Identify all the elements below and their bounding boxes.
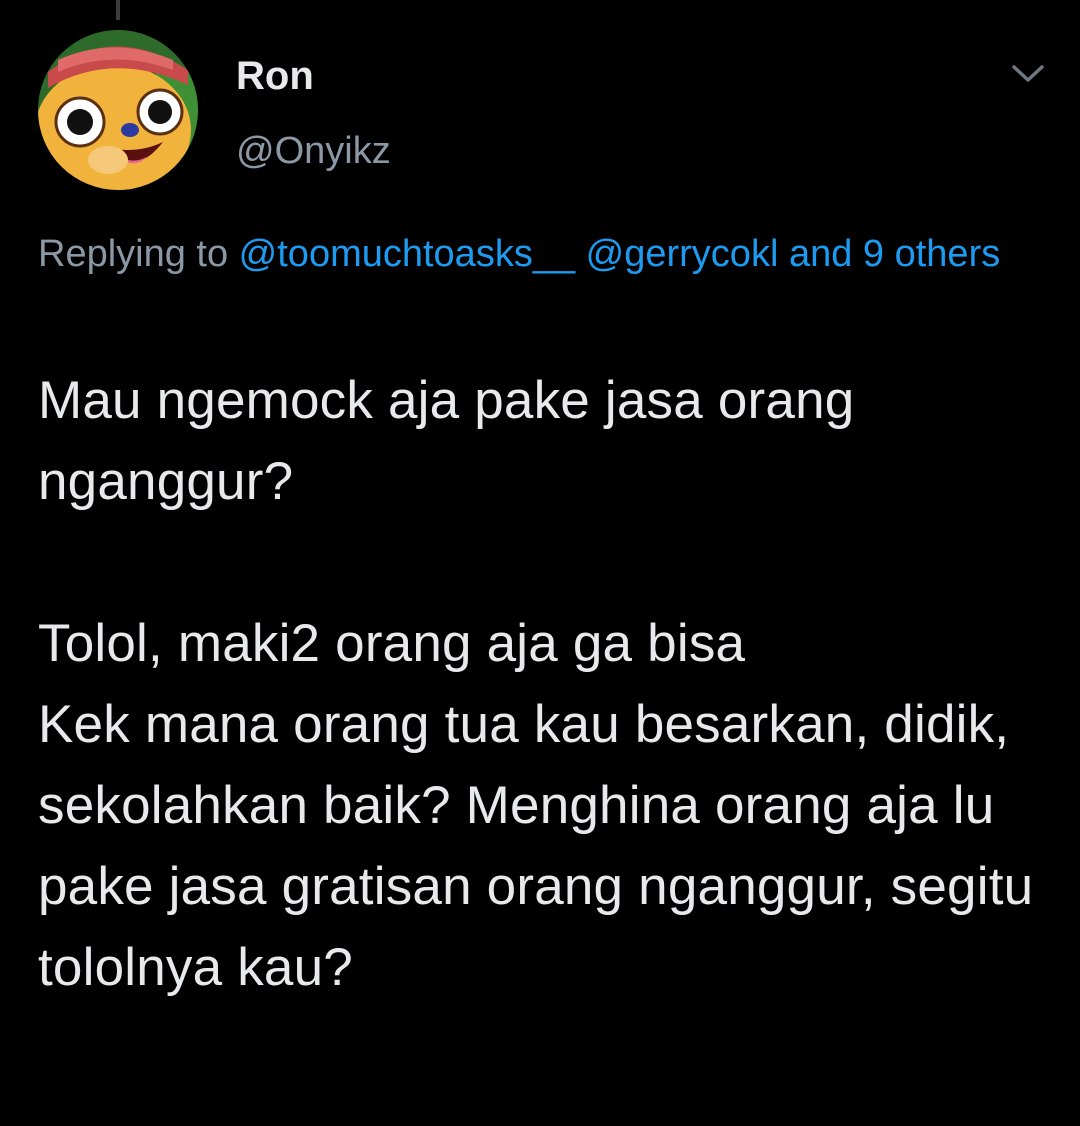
tweet-paragraph-2: Tolol, maki2 orang aja ga bisa Kek mana … (38, 614, 1034, 997)
replying-to-line: Replying to @toomuchtoasks__ @gerrycokl … (38, 225, 1038, 284)
thread-connector-line (116, 0, 120, 20)
replying-to-label: Replying to (38, 233, 239, 275)
author-display-name[interactable]: Ron (236, 52, 314, 100)
avatar[interactable] (38, 30, 198, 190)
chevron-down-icon (1012, 65, 1044, 82)
author-handle[interactable]: @Onyikz (236, 128, 391, 174)
mention-others-link[interactable]: and 9 others (789, 233, 1000, 275)
more-options-button[interactable] (1008, 58, 1048, 90)
mention-gerrycokl[interactable]: @gerrycokl (586, 233, 779, 275)
mention-toomuchtoasks[interactable]: @toomuchtoasks__ (239, 233, 575, 275)
tweet-body: Mau ngemock aja pake jasa orang nganggur… (38, 360, 1068, 1008)
tweet-paragraph-1: Mau ngemock aja pake jasa orang nganggur… (38, 371, 855, 511)
cartoon-bear-avatar-icon (38, 30, 198, 190)
